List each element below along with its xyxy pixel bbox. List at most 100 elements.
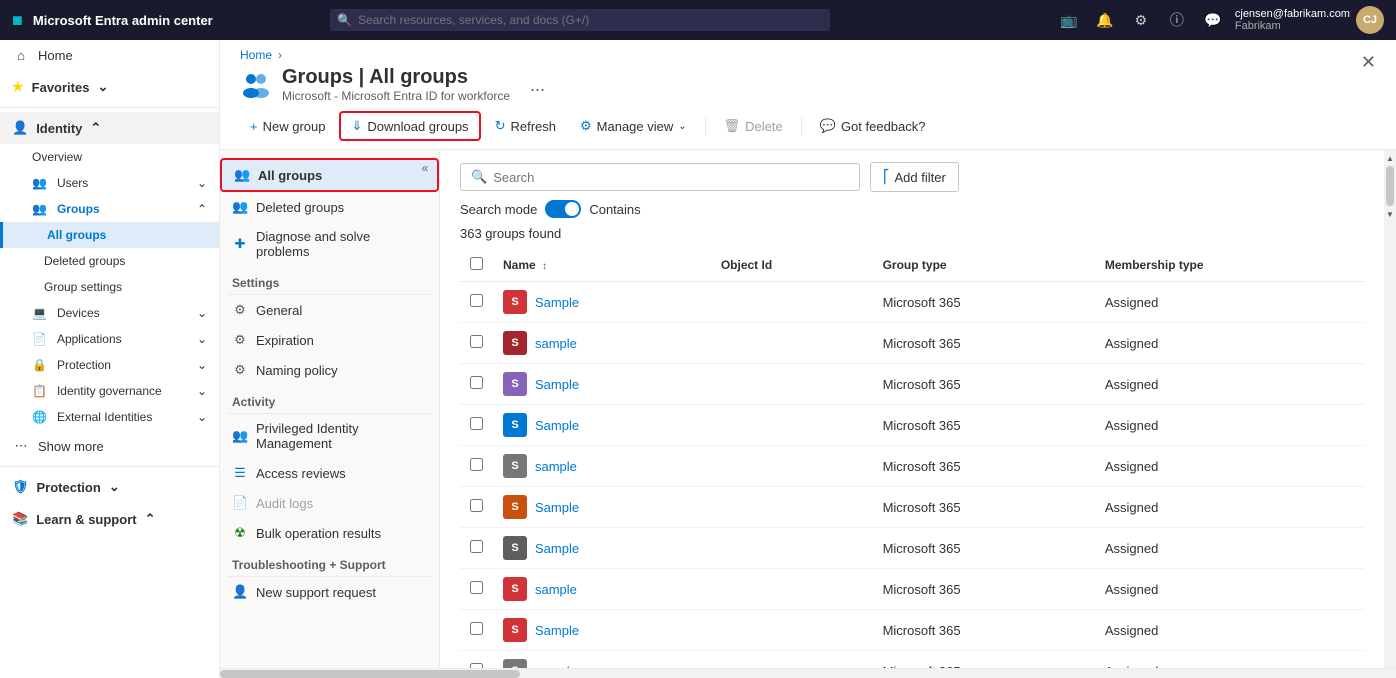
sidebar-item-show-more[interactable]: ⋯ Show more: [0, 430, 219, 462]
row-checkbox[interactable]: [470, 417, 483, 430]
sidebar-item-applications[interactable]: 📄 Applications ⌄: [0, 326, 219, 352]
h-scroll-thumb[interactable]: [220, 670, 520, 678]
sidebar-item-protection-bottom[interactable]: 🛡 Protection ⌄: [0, 471, 219, 503]
topbar-search-input[interactable]: [330, 9, 830, 31]
panel-item-diagnose[interactable]: ✚ Diagnose and solve problems: [220, 222, 439, 266]
delete-button[interactable]: 🗑 Delete: [714, 113, 793, 139]
panel-item-bulk-operations[interactable]: ☢ Bulk operation results: [220, 518, 439, 548]
sidebar-item-overview[interactable]: Overview: [0, 144, 219, 170]
learn-icon: 📚: [12, 511, 28, 527]
new-group-icon: +: [250, 119, 258, 134]
sidebar-item-identity[interactable]: 👤 Identity ⌃: [0, 112, 219, 144]
chevron-down-icon-ei: ⌄: [197, 410, 207, 424]
download-groups-button[interactable]: ⇓ Download groups: [339, 111, 480, 141]
group-avatar: S: [503, 331, 527, 355]
group-name-link[interactable]: Sample: [535, 295, 579, 310]
search-input[interactable]: [493, 170, 849, 185]
sidebar-item-users[interactable]: 👥 Users ⌄: [0, 170, 219, 196]
horizontal-scrollbar[interactable]: [220, 668, 1396, 678]
page-more-button[interactable]: ...: [530, 76, 545, 94]
groups-table: Name ↕ Object Id Group type Membership t…: [460, 249, 1364, 668]
sidebar-item-home[interactable]: ⌂ Home: [0, 40, 219, 71]
row-checkbox[interactable]: [470, 499, 483, 512]
new-group-button[interactable]: + New group: [240, 114, 335, 139]
row-checkbox[interactable]: [470, 376, 483, 389]
feedback-button[interactable]: 💬 Got feedback?: [810, 113, 936, 139]
panel-collapse-button[interactable]: «: [415, 158, 435, 178]
sidebar-item-external-identities[interactable]: 🌐 External Identities ⌄: [0, 404, 219, 430]
membership-type-cell: Assigned: [1095, 487, 1364, 528]
add-filter-button[interactable]: ⎡ Add filter: [870, 162, 959, 192]
scroll-down-button[interactable]: ▼: [1385, 208, 1395, 220]
panel-item-general[interactable]: ⚙ General: [220, 295, 439, 325]
portal-settings-icon[interactable]: 📺: [1055, 6, 1083, 34]
star-icon: ★: [12, 79, 24, 95]
group-avatar: S: [503, 495, 527, 519]
breadcrumb-home[interactable]: Home: [240, 48, 272, 62]
group-name-link[interactable]: Sample: [535, 418, 579, 433]
feedback-icon[interactable]: 💬: [1199, 6, 1227, 34]
sidebar-users-label: Users: [57, 176, 88, 190]
col-name-header[interactable]: Name ↕: [493, 249, 711, 282]
group-name-link[interactable]: sample: [535, 582, 577, 597]
panel-item-new-support[interactable]: 👤 New support request: [220, 577, 439, 607]
group-name-link[interactable]: sample: [535, 459, 577, 474]
help-icon[interactable]: ⓘ: [1163, 6, 1191, 34]
row-checkbox[interactable]: [470, 294, 483, 307]
sidebar-item-deleted-groups[interactable]: Deleted groups: [0, 248, 219, 274]
group-name-link[interactable]: Sample: [535, 623, 579, 638]
sidebar-external-identities-label: External Identities: [57, 410, 152, 424]
sidebar-item-devices[interactable]: 💻 Devices ⌄: [0, 300, 219, 326]
sidebar-learn-support-label: Learn & support: [36, 512, 136, 527]
scroll-thumb[interactable]: [1386, 166, 1394, 206]
row-checkbox[interactable]: [470, 622, 483, 635]
sidebar-item-favorites[interactable]: ★ Favorites ⌄: [0, 71, 219, 103]
panel-item-naming-policy[interactable]: ⚙ Naming policy: [220, 355, 439, 385]
search-mode-toggle[interactable]: [545, 200, 581, 218]
toolbar-divider: [705, 116, 706, 136]
manage-view-button[interactable]: ⚙ Manage view ⌄: [570, 113, 697, 139]
panel-item-expiration[interactable]: ⚙ Expiration: [220, 325, 439, 355]
col-group-type-header[interactable]: Group type: [873, 249, 1095, 282]
notifications-icon[interactable]: 🔔: [1091, 6, 1119, 34]
shield-icon: 🛡: [12, 479, 29, 495]
select-all-header[interactable]: [460, 249, 493, 282]
panel-item-audit-logs[interactable]: 📄 Audit logs: [220, 488, 439, 518]
avatar[interactable]: CJ: [1356, 6, 1384, 34]
col-membership-type-header[interactable]: Membership type: [1095, 249, 1364, 282]
row-checkbox[interactable]: [470, 540, 483, 553]
chevron-up-icon-groups: ⌃: [197, 202, 207, 216]
panel-item-pim[interactable]: 👥 Privileged Identity Management: [220, 414, 439, 458]
group-type-cell: Microsoft 365: [873, 323, 1095, 364]
group-name-link[interactable]: Sample: [535, 541, 579, 556]
topbar-user-org: Fabrikam: [1235, 20, 1350, 32]
sidebar-item-groups[interactable]: 👥 Groups ⌃: [0, 196, 219, 222]
group-name-link[interactable]: Sample: [535, 500, 579, 515]
row-checkbox[interactable]: [470, 335, 483, 348]
scroll-up-button[interactable]: ▲: [1385, 152, 1395, 164]
panel-item-all-groups[interactable]: 👥 All groups: [220, 158, 439, 192]
sidebar-item-group-settings[interactable]: Group settings: [0, 274, 219, 300]
sidebar-item-learn-support[interactable]: 📚 Learn & support ⌃: [0, 503, 219, 535]
topbar-user[interactable]: cjensen@fabrikam.com Fabrikam CJ: [1235, 6, 1384, 34]
chevron-up-icon-ls: ⌃: [145, 511, 156, 527]
select-all-checkbox[interactable]: [470, 257, 483, 270]
panel-item-access-reviews[interactable]: ☰ Access reviews: [220, 458, 439, 488]
row-checkbox[interactable]: [470, 458, 483, 471]
col-object-id-header[interactable]: Object Id: [711, 249, 873, 282]
refresh-button[interactable]: ↻ Refresh: [485, 113, 566, 139]
sidebar-item-protection[interactable]: 🔒 Protection ⌄: [0, 352, 219, 378]
group-name-link[interactable]: Sample: [535, 377, 579, 392]
settings-icon[interactable]: ⚙: [1127, 6, 1155, 34]
vertical-scrollbar[interactable]: ▲ ▼: [1384, 150, 1396, 668]
group-avatar: S: [503, 577, 527, 601]
group-avatar: S: [503, 659, 527, 668]
sidebar-item-identity-governance[interactable]: 📋 Identity governance ⌄: [0, 378, 219, 404]
panel-item-deleted-groups[interactable]: 👥 Deleted groups: [220, 192, 439, 222]
close-button[interactable]: ✕: [1361, 52, 1376, 73]
group-type-cell: Microsoft 365: [873, 282, 1095, 323]
search-icon: 🔍: [337, 13, 352, 27]
sidebar-item-all-groups[interactable]: All groups: [0, 222, 219, 248]
row-checkbox[interactable]: [470, 581, 483, 594]
group-name-link[interactable]: sample: [535, 336, 577, 351]
